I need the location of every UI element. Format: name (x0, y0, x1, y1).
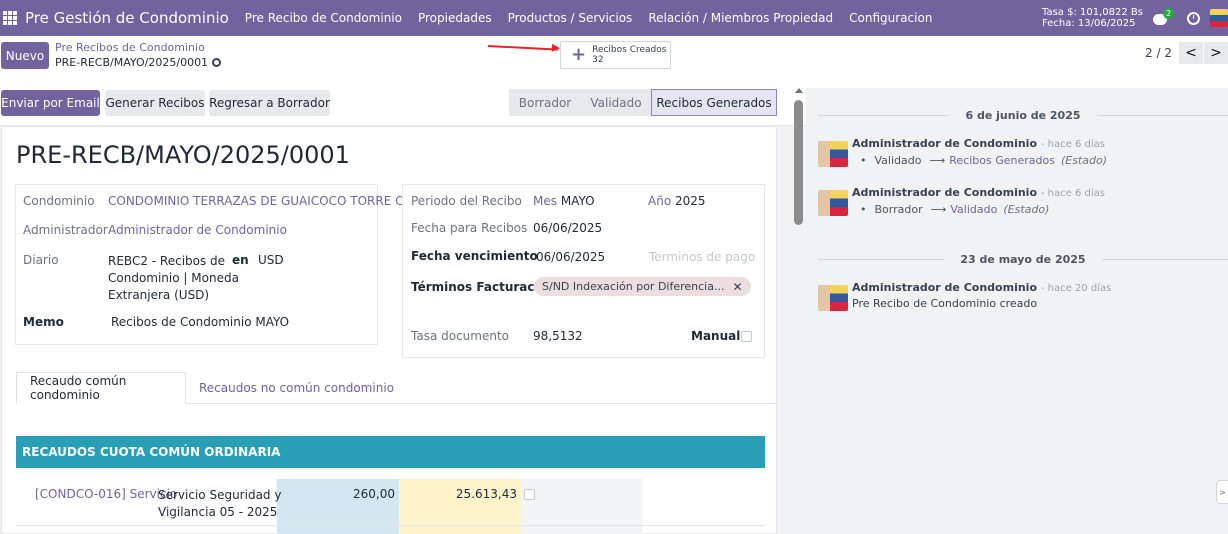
memo-value[interactable]: Recibos de Condominio MAYO (111, 315, 289, 329)
status-draft[interactable]: Borrador (509, 89, 581, 116)
doc-rate-value[interactable]: 98,5132 (533, 329, 583, 343)
breadcrumb-parent[interactable]: Pre Recibos de Condominio (55, 41, 221, 55)
send-email-button[interactable]: Enviar por Email (1, 90, 100, 116)
plus-icon: + (571, 44, 587, 65)
message-body: Pre Recibo de Condominio creado (852, 297, 1038, 310)
notebook-tabs: Recaudo común condominio Recaudos no com… (16, 372, 778, 404)
tab-non-common-collection[interactable]: Recaudos no común condominio (186, 372, 407, 404)
expand-side-tab[interactable]: > (1216, 480, 1228, 504)
message-author[interactable]: Administrador de Condominio - hace 6 día… (852, 137, 1105, 150)
menu-item-propiedades[interactable]: Propiedades (418, 11, 492, 25)
pager-next-button[interactable]: > (1204, 42, 1228, 64)
due-date-label: Fecha vencimiento (411, 249, 538, 263)
condominium-label: Condominio (23, 194, 95, 208)
year-field[interactable]: Año 2025 (648, 194, 706, 208)
pager-prev-button[interactable]: < (1179, 42, 1203, 64)
billing-terms-tag[interactable]: S/ND Indexación por Diferencia... ✕ (534, 277, 751, 296)
doc-rate-label: Tasa documento (411, 329, 510, 343)
author-avatar[interactable] (818, 141, 848, 167)
gear-icon[interactable] (212, 58, 222, 67)
payment-terms-input[interactable]: Terminos de pago (649, 250, 755, 264)
chatter-message: Administrador de Condominio - hace 6 día… (818, 137, 1228, 171)
form-scrollbar-thumb[interactable] (794, 100, 803, 225)
manual-label: Manual (691, 329, 741, 343)
billing-terms-tag-text: S/ND Indexación por Diferencia... (542, 280, 725, 293)
annotation-arrow-head (551, 43, 561, 53)
author-avatar[interactable] (818, 285, 848, 311)
row-divider (16, 525, 765, 526)
chatter-message: Administrador de Condominio - hace 6 día… (818, 186, 1228, 220)
section-header: RECAUDOS CUOTA COMÚN ORDINARIA (16, 436, 765, 468)
administrator-value[interactable]: Administrador de Condominio (108, 223, 287, 237)
messages-icon[interactable]: 2 (1153, 8, 1175, 26)
chatter-panel: 6 de junio de 2025 Administrador de Cond… (806, 88, 1228, 534)
menu-item-pre-recibo[interactable]: Pre Recibo de Condominio (245, 11, 402, 25)
receipt-date-label: Fecha para Recibos (411, 221, 528, 235)
currency-label: en (232, 253, 249, 267)
month-field[interactable]: Mes MAYO (533, 194, 595, 208)
record-title: PRE-RECB/MAYO/2025/0001 (16, 141, 350, 169)
tab-common-collection[interactable]: Recaudo común condominio (16, 372, 186, 404)
line-amount-bs[interactable]: 25.613,43 (399, 487, 517, 501)
chatter-message: Administrador de Condominio - hace 20 dí… (818, 281, 1228, 315)
back-to-draft-button[interactable]: Regresar a Borrador (209, 90, 330, 116)
memo-label: Memo (23, 315, 64, 329)
message-author[interactable]: Administrador de Condominio - hace 20 dí… (852, 281, 1111, 294)
status-receipts-generated[interactable]: Recibos Generados (651, 89, 777, 116)
receipts-created-smart-button[interactable]: + Recibos Creados 32 (560, 41, 671, 69)
app-brand[interactable]: Pre Gestión de Condominio (25, 9, 229, 27)
scroll-up-arrow[interactable] (795, 88, 803, 93)
line-amount-usd[interactable]: 260,00 (277, 487, 395, 501)
line-code[interactable]: [CONDCO-016] Servicio (35, 487, 177, 501)
menu-item-productos[interactable]: Productos / Servicios (508, 11, 633, 25)
smart-button-count: 32 (592, 55, 604, 65)
administrator-label: Administrador (23, 223, 108, 237)
navbar-systray: Tasa $: 101,0822 Bs Fecha: 13/06/2025 2 (1042, 0, 1228, 36)
user-avatar[interactable] (1210, 9, 1228, 27)
journal-label: Diario (23, 253, 59, 267)
condominium-value[interactable]: CONDOMINIO TERRAZAS DE GUAICOCO TORRE C (108, 194, 403, 208)
remove-tag-icon[interactable]: ✕ (732, 280, 742, 294)
rate-line: Tasa $: 101,0822 Bs (1042, 7, 1143, 18)
generate-receipts-button[interactable]: Generar Recibos (105, 90, 205, 116)
status-bar: Borrador Validado Recibos Generados (509, 89, 777, 116)
line-checkbox[interactable] (524, 489, 535, 500)
author-avatar[interactable] (818, 190, 848, 216)
pager: 2 / 2 < > (1145, 42, 1228, 64)
new-button[interactable]: Nuevo (1, 42, 49, 69)
activity-clock-icon[interactable] (1187, 11, 1200, 25)
messages-badge: 2 (1163, 8, 1175, 19)
tracking-value: • Borrador ⟶ Validado (Estado) (860, 203, 1050, 216)
pager-value[interactable]: 2 / 2 (1145, 46, 1172, 60)
date-separator: 23 de mayo de 2025 (818, 252, 1228, 266)
breadcrumb-current: PRE-RECB/MAYO/2025/0001 (55, 56, 209, 69)
manual-checkbox[interactable] (741, 331, 752, 342)
status-validated[interactable]: Validado (581, 89, 651, 116)
currency-value[interactable]: USD (258, 253, 284, 267)
breadcrumb: Pre Recibos de Condominio PRE-RECB/MAYO/… (55, 41, 222, 70)
date-separator: 6 de junio de 2025 (818, 108, 1228, 122)
message-author[interactable]: Administrador de Condominio - hace 6 día… (852, 186, 1105, 199)
apps-grid-icon[interactable] (3, 11, 17, 25)
due-date-value[interactable]: 06/06/2025 (536, 250, 605, 264)
exchange-rate-info: Tasa $: 101,0822 Bs Fecha: 13/06/2025 (1042, 7, 1143, 29)
date-line: Fecha: 13/06/2025 (1042, 18, 1136, 29)
main-menu: Pre Recibo de Condominio Propiedades Pro… (245, 11, 949, 25)
period-label: Periodo del Recibo (411, 194, 522, 208)
top-navbar: Pre Gestión de Condominio Pre Recibo de … (0, 0, 1228, 36)
tracking-value: • Validado ⟶ Recibos Generados (Estado) (860, 154, 1107, 167)
menu-item-configuracion[interactable]: Configuracion (849, 11, 932, 25)
form-sheet: PRE-RECB/MAYO/2025/0001 Condominio CONDO… (1, 126, 778, 534)
menu-item-relacion[interactable]: Relación / Miembros Propiedad (648, 11, 833, 25)
smart-button-label: Recibos Creados (592, 45, 667, 55)
receipt-date-value[interactable]: 06/06/2025 (533, 221, 602, 235)
journal-value[interactable]: REBC2 - Recibos de Condominio | Moneda E… (108, 253, 239, 304)
line-description[interactable]: Servicio Seguridad y Vigilancia 05 - 202… (158, 487, 281, 521)
